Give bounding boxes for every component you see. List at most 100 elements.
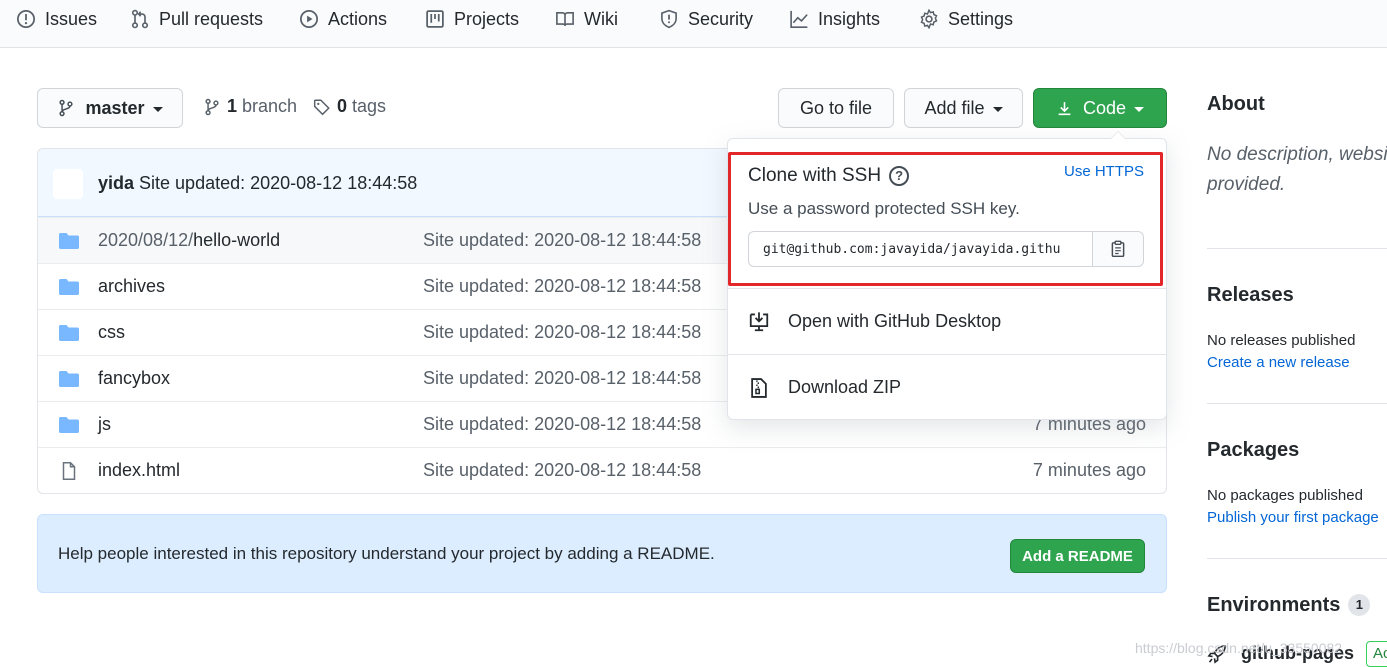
download-zip-label: Download ZIP <box>788 377 902 397</box>
file-name-text: js <box>98 414 111 434</box>
repo-description: No description, website provided. <box>1207 144 1387 195</box>
tab-security-label: Security <box>688 8 754 29</box>
use-https-link[interactable]: Use HTTPS <box>1064 163 1144 180</box>
commit-message-link[interactable]: Site updated: 2020-08-12 18:44:58 <box>423 322 701 343</box>
file-name-text: fancybox <box>98 368 171 388</box>
commit-author[interactable]: yida <box>98 173 134 193</box>
tab-projects-label: Projects <box>454 8 520 29</box>
create-release-link[interactable]: Create a new release <box>1207 354 1350 371</box>
commit-message-link[interactable]: Site updated: 2020-08-12 18:44:58 <box>423 368 701 389</box>
publish-package-link[interactable]: Publish your first package <box>1207 509 1379 526</box>
file-name[interactable]: archives <box>98 276 165 297</box>
latest-commit: yida Site updated: 2020-08-12 18:44:58 <box>98 173 417 194</box>
tag-count-label: tags <box>352 96 387 116</box>
commit-message-link[interactable]: Site updated: 2020-08-12 18:44:58 <box>423 230 701 251</box>
tab-security[interactable]: Security <box>659 0 753 38</box>
folder-icon <box>59 325 79 341</box>
tab-settings-label: Settings <box>948 8 1014 29</box>
divider <box>1207 248 1387 249</box>
add-file-button[interactable]: Add file <box>904 88 1023 128</box>
file-name[interactable]: css <box>98 322 125 343</box>
file-name[interactable]: index.html <box>98 460 180 481</box>
file-name-text: index.html <box>98 460 181 480</box>
copy-button[interactable] <box>1092 231 1144 267</box>
chevron-down-icon <box>1134 107 1145 112</box>
download-icon <box>1058 101 1071 115</box>
tab-projects[interactable]: Projects <box>425 0 519 38</box>
tab-actions[interactable]: Actions <box>299 0 387 38</box>
branch-select-button[interactable]: master <box>37 88 183 128</box>
code-button[interactable]: Code <box>1033 88 1167 128</box>
folder-icon <box>59 417 79 433</box>
file-path-prefix: 2020/08/12/ <box>98 230 194 250</box>
releases-heading[interactable]: Releases <box>1207 284 1294 307</box>
readme-banner: Help people interested in this repositor… <box>37 514 1167 593</box>
play-icon <box>300 10 318 28</box>
clone-title-text: Clone with SSH <box>748 165 882 186</box>
clone-url-input[interactable] <box>748 231 1093 267</box>
tab-issues[interactable]: Issues <box>16 0 97 38</box>
open-desktop-label: Open with GitHub Desktop <box>788 311 1002 331</box>
branch-icon <box>59 99 74 117</box>
chevron-down-icon <box>992 107 1003 112</box>
environments-heading[interactable]: Environments 1 <box>1207 594 1371 617</box>
desktop-download-icon <box>749 311 769 331</box>
file-name[interactable]: 2020/08/12/hello-world <box>98 230 280 251</box>
add-file-label: Add file <box>924 97 985 118</box>
tags-link[interactable]: 0 tags <box>313 96 386 117</box>
packages-empty-text: No packages published <box>1207 487 1363 504</box>
branch-icon <box>205 98 219 115</box>
commit-message-link[interactable]: Site updated: 2020-08-12 18:44:58 <box>423 414 701 435</box>
commit-message-link[interactable]: Site updated: 2020-08-12 18:44:58 <box>423 460 701 481</box>
tag-count: 0 <box>337 96 348 116</box>
branches-link[interactable]: 1 branch <box>203 96 297 117</box>
packages-heading[interactable]: Packages <box>1207 439 1299 462</box>
go-to-file-button[interactable]: Go to file <box>778 88 894 128</box>
pull-request-icon <box>131 9 149 29</box>
tab-wiki-label: Wiki <box>584 8 618 29</box>
issue-icon <box>17 10 35 28</box>
commit-message-link[interactable]: Site updated: 2020-08-12 18:44:58 <box>423 276 701 297</box>
clone-title: Clone with SSH ? <box>748 165 910 187</box>
file-icon <box>62 462 76 480</box>
tab-insights[interactable]: Insights <box>789 0 880 38</box>
environments-counter: 1 <box>1348 594 1371 616</box>
tab-issues-label: Issues <box>45 8 98 29</box>
about-heading: About <box>1207 93 1265 115</box>
commit-age: 7 minutes ago <box>1032 460 1146 480</box>
file-name-text: css <box>98 322 125 342</box>
gear-icon <box>920 9 938 29</box>
file-name[interactable]: fancybox <box>98 368 170 389</box>
environments-title: Environments <box>1207 594 1341 616</box>
avatar[interactable] <box>53 169 83 199</box>
commit-message[interactable]: Site updated: 2020-08-12 18:44:58 <box>139 173 417 193</box>
file-zip-icon <box>751 377 767 398</box>
go-to-file-label: Go to file <box>799 97 873 118</box>
file-name-text: archives <box>98 276 166 296</box>
add-readme-button[interactable]: Add a README <box>1010 539 1145 573</box>
open-desktop-item[interactable]: Open with GitHub Desktop <box>728 288 1166 354</box>
tab-actions-label: Actions <box>328 8 388 29</box>
folder-icon <box>59 233 79 249</box>
tab-pull-requests[interactable]: Pull requests <box>130 0 263 38</box>
tab-settings[interactable]: Settings <box>919 0 1013 38</box>
graph-icon <box>790 10 808 28</box>
question-icon[interactable]: ? <box>889 166 910 186</box>
shield-icon <box>661 9 677 29</box>
table-row[interactable]: index.html Site updated: 2020-08-12 18:44… <box>38 447 1166 493</box>
readme-prompt: Help people interested in this repositor… <box>58 544 715 563</box>
clipboard-icon <box>1111 240 1125 258</box>
tab-insights-label: Insights <box>818 8 881 29</box>
releases-empty-text: No releases published <box>1207 332 1356 349</box>
book-icon <box>556 11 574 26</box>
project-icon <box>426 10 444 28</box>
file-name[interactable]: js <box>98 414 111 435</box>
tag-icon <box>313 99 330 115</box>
tab-pull-requests-label: Pull requests <box>159 8 264 29</box>
folder-icon <box>59 279 79 295</box>
clone-subtitle: Use a password protected SSH key. <box>748 199 1020 218</box>
download-zip-item[interactable]: Download ZIP <box>728 354 1166 420</box>
divider <box>1207 558 1387 559</box>
tab-wiki[interactable]: Wiki <box>555 0 618 38</box>
branch-name: master <box>85 97 145 118</box>
